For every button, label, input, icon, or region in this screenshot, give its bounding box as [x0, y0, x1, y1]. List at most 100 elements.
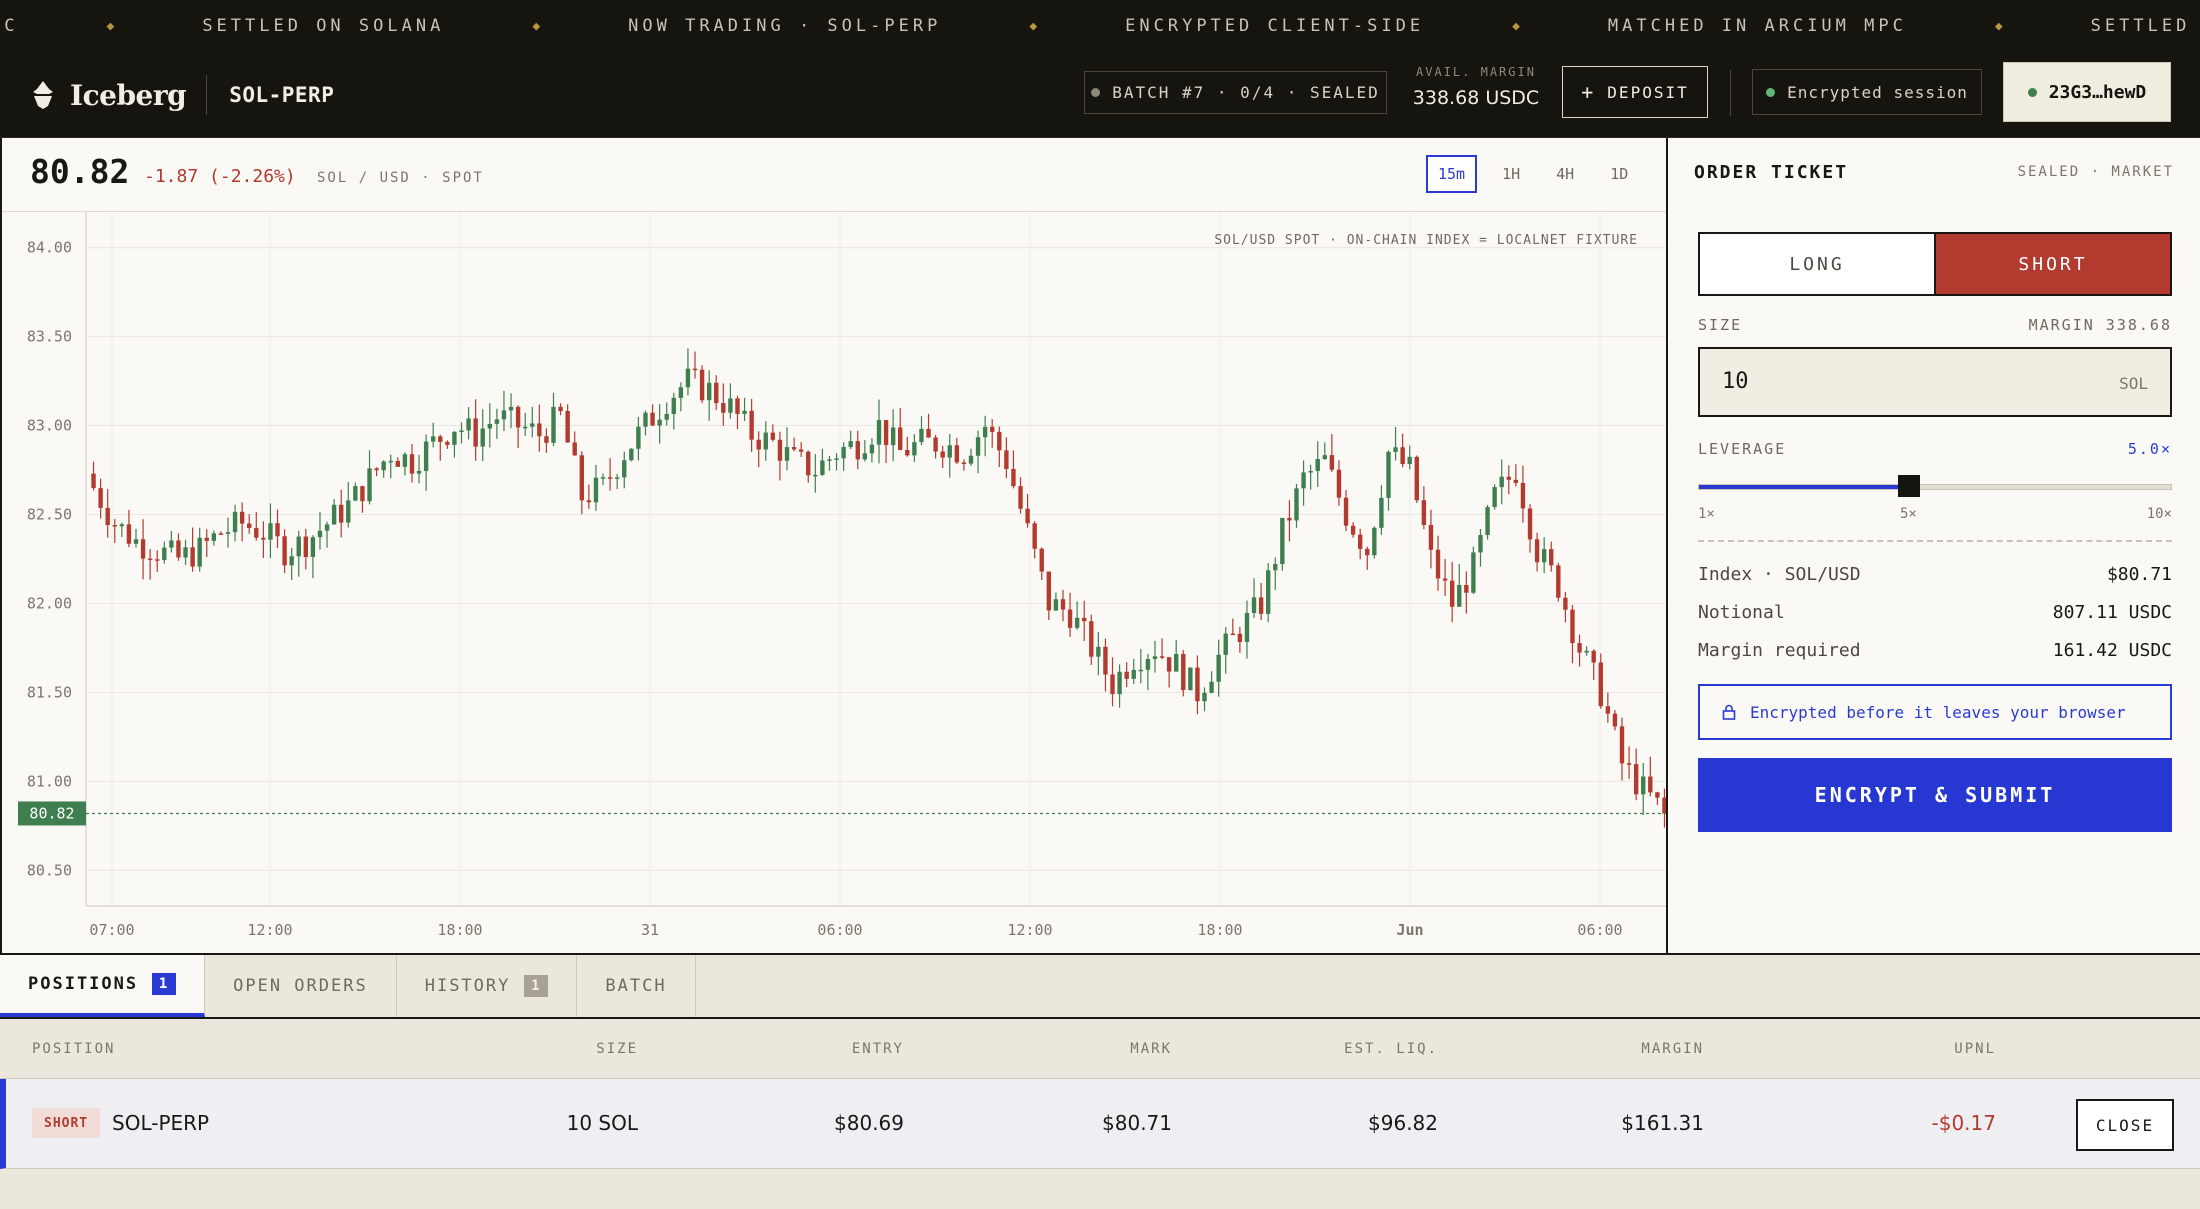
- diamond-icon: ◆: [532, 18, 541, 34]
- leverage-mid-label: 5×: [1900, 506, 1917, 522]
- timeframe-1h[interactable]: 1H: [1491, 155, 1531, 193]
- ticker-item: ENCRYPTED CLIENT-SIDE: [1125, 16, 1425, 36]
- price-header: 80.82 -1.87 (-2.26%) SOL / USD · SPOT 15…: [2, 138, 1666, 212]
- index-label: Index · SOL/USD: [1698, 564, 1861, 585]
- timeframe-15m[interactable]: 15m: [1426, 155, 1478, 193]
- candle-body: [777, 439, 783, 461]
- size-input-value: 10: [1722, 369, 1749, 394]
- session-status-text: Encrypted session: [1787, 82, 1968, 102]
- available-margin-label: AVAIL. MARGIN: [1416, 65, 1536, 79]
- candle-body: [890, 427, 896, 446]
- leverage-slider[interactable]: [1698, 475, 2172, 497]
- margin-hint: MARGIN 338.68: [2028, 316, 2172, 334]
- ticker-item: MATCHED IN ARCIUM MPC: [1607, 16, 1907, 36]
- candle-body: [990, 426, 995, 432]
- candlestick-chart[interactable]: 84.00 83.50 83.00 82.50 82.00 81.50 81.00 80.50…: [2, 212, 1666, 953]
- candle-body: [643, 412, 648, 427]
- candle-body: [530, 423, 535, 427]
- candle-body: [1506, 476, 1511, 480]
- candle-body: [926, 428, 931, 438]
- diamond-icon: ◆: [1029, 18, 1038, 34]
- short-button[interactable]: SHORT: [1934, 234, 2170, 294]
- size-input[interactable]: 10 SOL: [1698, 347, 2172, 417]
- candle-body: [813, 474, 818, 477]
- side-toggle: LONG SHORT: [1698, 232, 2172, 296]
- timeframe-1d[interactable]: 1D: [1599, 155, 1639, 193]
- candle-body: [190, 547, 195, 567]
- tab-batch-label: BATCH: [605, 976, 667, 996]
- tab-history[interactable]: HISTORY 1: [397, 955, 578, 1017]
- position-margin: $161.31: [1621, 1111, 1704, 1135]
- candle-body: [1103, 646, 1108, 675]
- candle-body: [494, 419, 500, 424]
- batch-status: BATCH #7 · 0/4 · SEALED: [1084, 71, 1387, 114]
- candle-body: [636, 426, 641, 449]
- wallet-button[interactable]: 23G3…hewD: [2003, 62, 2171, 122]
- candle-body: [1174, 653, 1179, 672]
- price-pair: SOL / USD · SPOT: [317, 170, 484, 186]
- candle-body: [1598, 662, 1603, 707]
- candle-body: [975, 437, 981, 456]
- x-tick-label: 31: [641, 921, 659, 939]
- y-tick-label: 81.00: [27, 772, 72, 790]
- leverage-slider-handle[interactable]: [1897, 475, 1920, 497]
- tab-open-orders-label: OPEN ORDERS: [233, 976, 368, 996]
- candle-body: [1421, 500, 1427, 525]
- candle-body: [1365, 548, 1370, 556]
- candle-body: [1442, 578, 1448, 581]
- tab-open-orders[interactable]: OPEN ORDERS: [205, 955, 397, 1017]
- long-button[interactable]: LONG: [1700, 234, 1934, 294]
- candle-body: [1449, 580, 1455, 607]
- leverage-label: LEVERAGE: [1698, 440, 1787, 458]
- deposit-button[interactable]: + DEPOSIT: [1562, 66, 1708, 118]
- size-label: SIZE: [1698, 316, 1743, 334]
- candle-body: [685, 368, 691, 388]
- candle-body: [1350, 525, 1356, 535]
- candle-body: [1025, 508, 1030, 524]
- table-row[interactable]: SHORT SOL-PERP 10 SOL $80.69 $80.71 $96.…: [0, 1079, 2200, 1169]
- candle-body: [438, 436, 443, 442]
- candle-body: [1280, 517, 1285, 565]
- history-count-badge: 1: [524, 975, 549, 997]
- tab-positions[interactable]: POSITIONS 1: [0, 955, 206, 1017]
- candle-body: [515, 406, 521, 428]
- candle-body: [1641, 776, 1646, 795]
- deposit-label: DEPOSIT: [1607, 82, 1689, 102]
- candle-body: [728, 398, 733, 413]
- encryption-note: Encrypted before it leaves your browser: [1698, 684, 2172, 740]
- column-header: UPNL: [1954, 1041, 1996, 1057]
- candle-body: [98, 488, 103, 508]
- candle-body: [699, 369, 705, 401]
- encrypt-submit-button[interactable]: ENCRYPT & SUBMIT: [1698, 758, 2172, 832]
- candle-body: [282, 536, 287, 566]
- candle-body: [593, 477, 599, 503]
- candle-body: [1499, 476, 1504, 488]
- candle-body: [183, 547, 188, 558]
- positions-count-badge: 1: [152, 973, 177, 995]
- candle-body: [232, 511, 238, 533]
- candle-body: [1152, 656, 1158, 660]
- candle-body: [1527, 508, 1533, 540]
- x-tick-label: 12:00: [1007, 921, 1052, 939]
- order-mode: SEALED · MARKET: [2017, 164, 2174, 180]
- diamond-icon: ◆: [1994, 18, 2003, 34]
- candle-body: [1414, 456, 1419, 501]
- candle-body: [1485, 507, 1490, 536]
- candle-body: [1089, 621, 1094, 657]
- tab-batch[interactable]: BATCH: [577, 955, 696, 1017]
- order-ticket-title: ORDER TICKET: [1694, 162, 1849, 183]
- last-price: 80.82: [30, 152, 130, 191]
- candle-body: [997, 431, 1002, 451]
- candle-body: [1492, 487, 1497, 508]
- positions-table-header: POSITION SIZE ENTRY MARK EST. LIQ. MARGI…: [0, 1019, 2200, 1079]
- candle-body: [1428, 524, 1434, 550]
- brand[interactable]: Iceberg SOL-PERP: [30, 74, 334, 116]
- candle-body: [1386, 451, 1391, 498]
- close-position-button[interactable]: CLOSE: [2076, 1099, 2174, 1151]
- candle-body: [1633, 764, 1639, 795]
- timeframe-4h[interactable]: 4H: [1545, 155, 1585, 193]
- ticker-item: PC: [0, 16, 19, 36]
- candle-body: [105, 507, 110, 526]
- candle-body: [1357, 534, 1363, 549]
- candle-body: [140, 539, 146, 559]
